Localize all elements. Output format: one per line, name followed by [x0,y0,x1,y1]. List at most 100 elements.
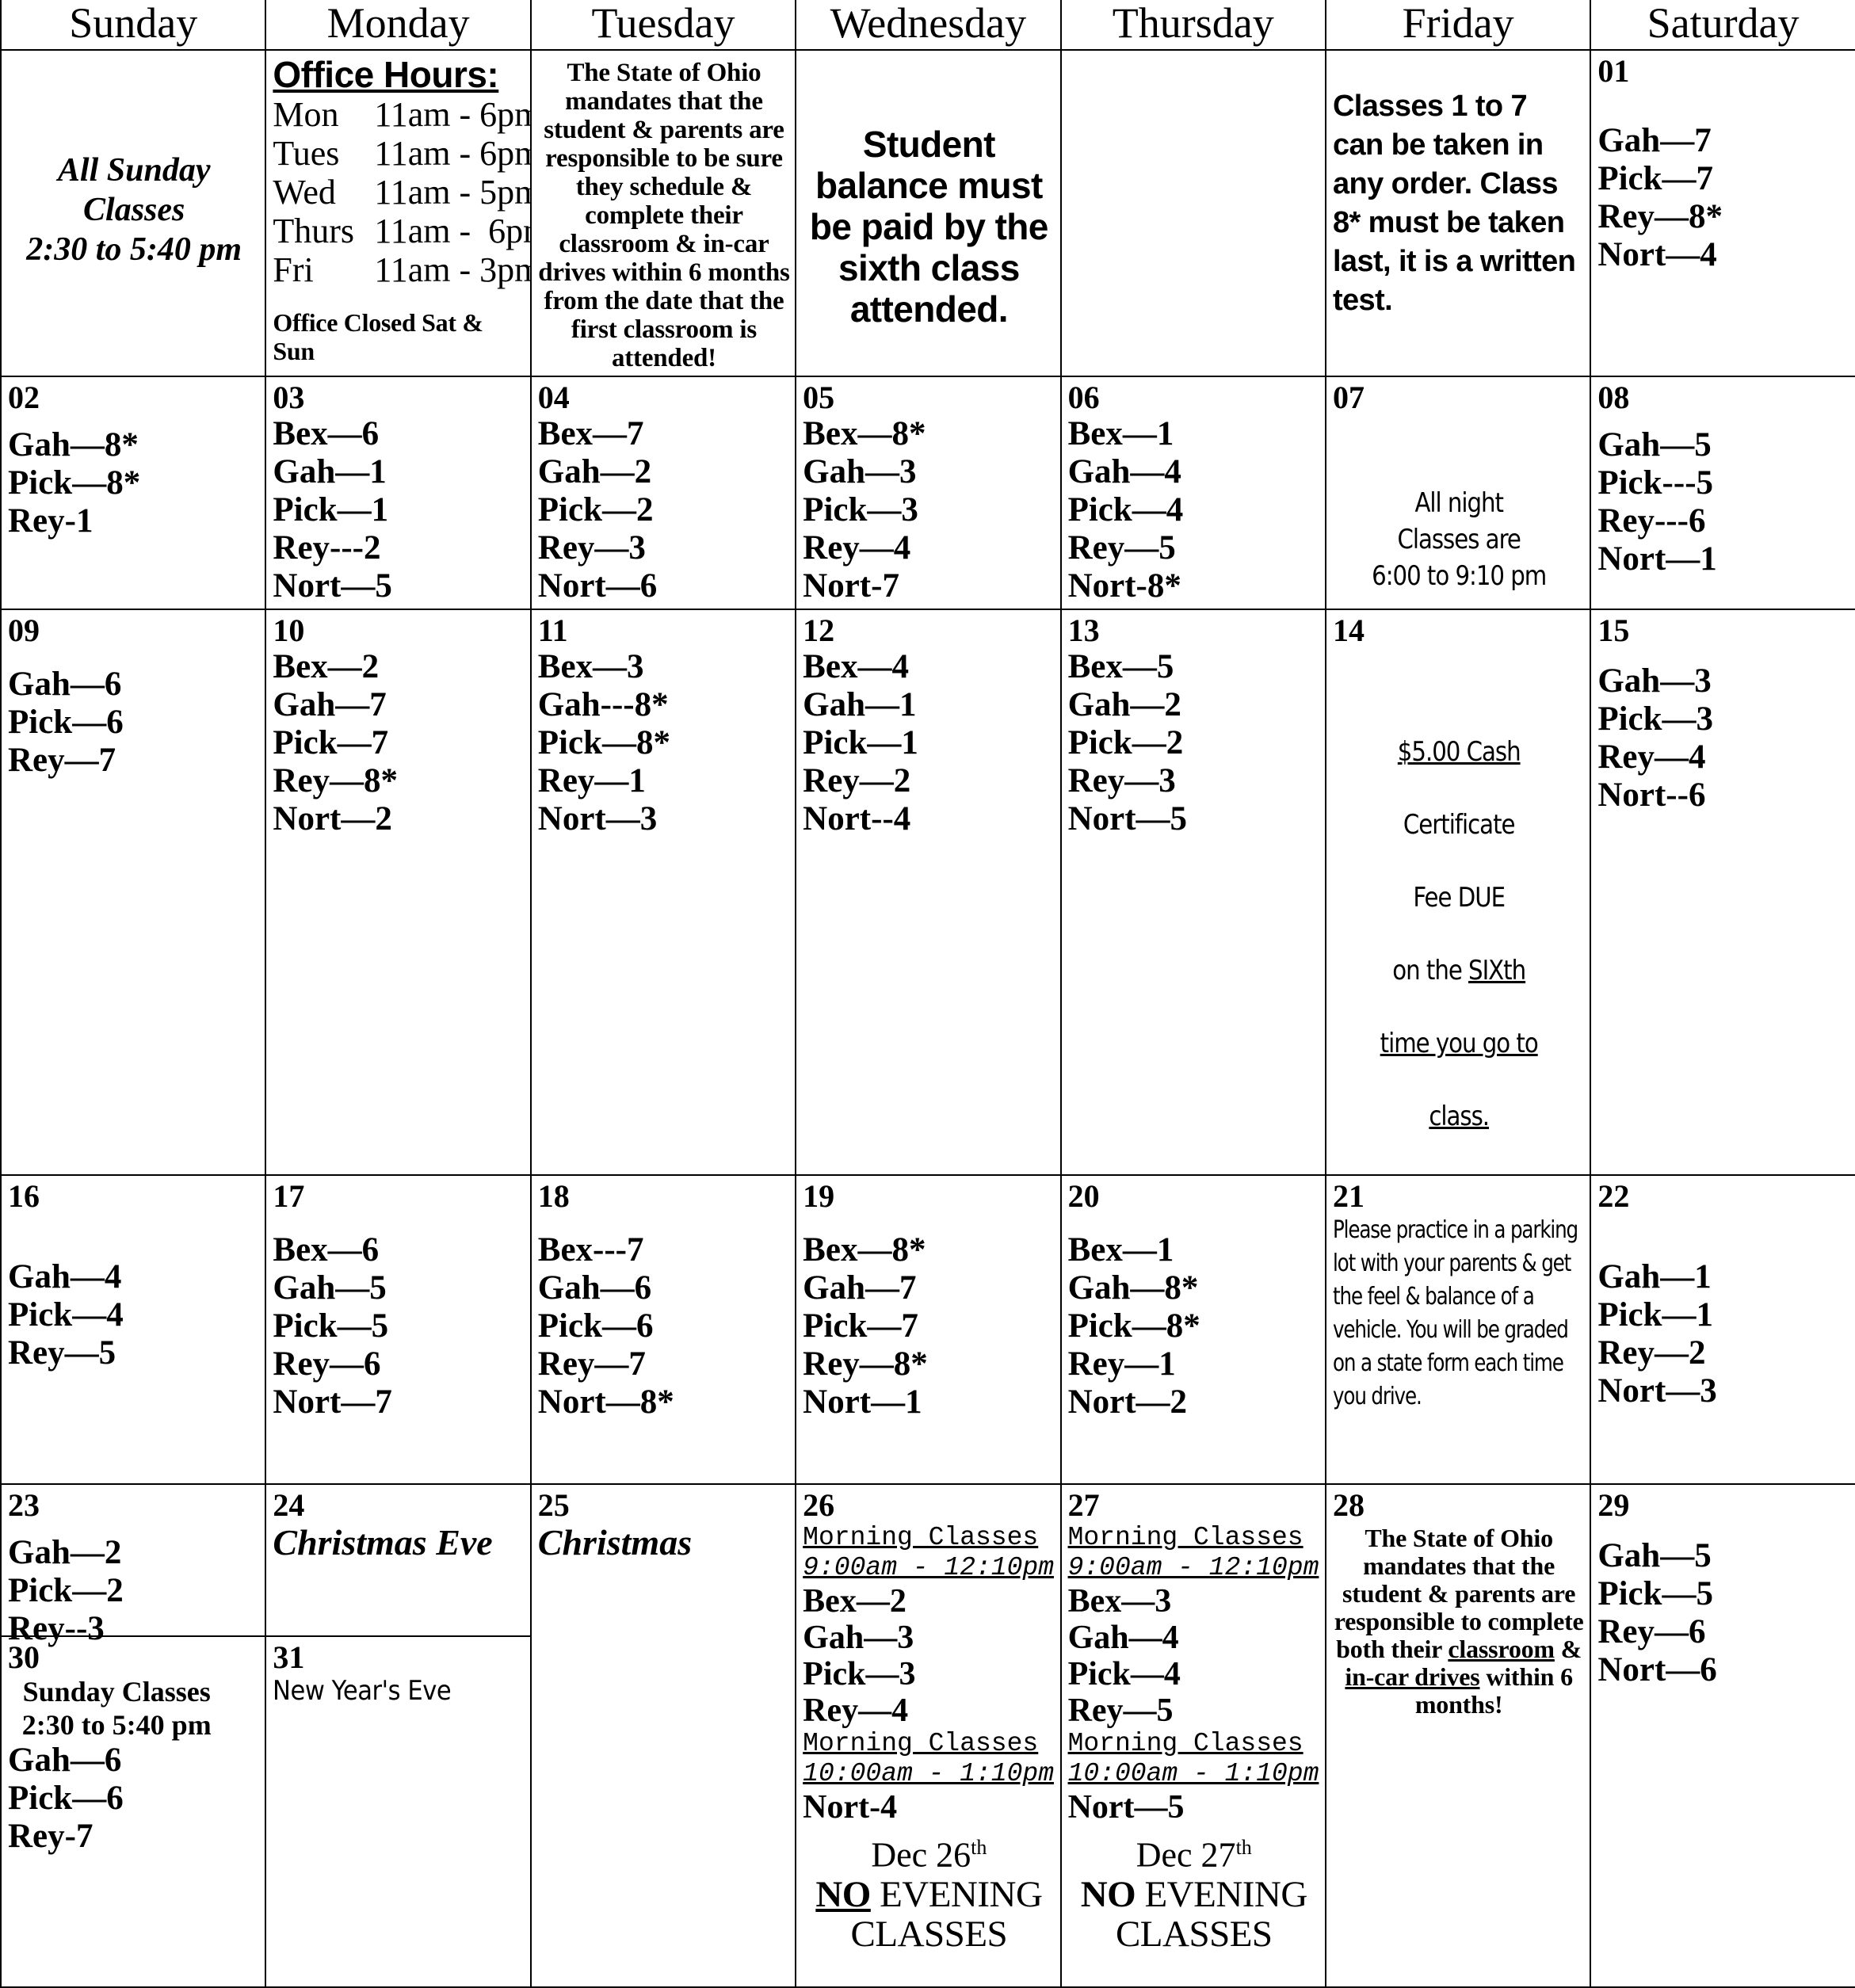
office-hours-day: Wed [273,173,336,212]
day-cell-31[interactable]: 31 New Year's Eve [267,1637,529,1710]
day-cell-25[interactable]: 25 Christmas [529,1483,797,1988]
day-cell-04[interactable]: 04 Bex—7 Gah—2 Pick—2 Rey—3 Nort—6 [529,376,797,610]
day-cell-18[interactable]: 18 Bex---7 Gah—6 Pick—6 Rey—7 Nort—8* [529,1174,797,1485]
day-number: 22 [1597,1178,1630,1214]
day-cell-02[interactable]: 02 Gah—8* Pick—8* Rey-1 [0,376,267,610]
class-list: Gah—2 Pick—2 Rey--3 [8,1534,124,1647]
weekday-header-thursday: Thursday [1059,0,1326,51]
office-hours-day: Fri [273,250,314,289]
day-number: 29 [1597,1487,1630,1523]
day-cell-24[interactable]: 24 Christmas Eve [267,1486,529,1637]
class-list: Gah—7 Pick—7 Rey—8* Nort—4 [1597,122,1723,273]
office-hours-row: Fri 11am - 3pm [273,250,529,289]
day-cell-22[interactable]: 22 Gah—1 Pick—1 Rey—2 Nort—3 [1590,1174,1855,1485]
day-number: 04 [537,380,570,415]
cash-fee-l4: on the SIXth [1350,952,1567,989]
day-cell-20[interactable]: 20 Bex—1 Gah—8* Pick—8* Rey—1 Nort—2 [1059,1174,1326,1485]
day-cell-08[interactable]: 08 Gah—5 Pick---5 Rey---6 Nort—1 [1590,376,1855,610]
office-hours-row: Mon 11am - 6pm [273,95,529,134]
day-cell-26[interactable]: 26 Morning Classes 9:00am - 12:10pm Bex—… [795,1483,1062,1988]
ordinal-suffix: th [971,1836,987,1859]
cash-fee-l5-text: time you go to [1380,1028,1539,1059]
calendar-week-row-3: 09 Gah—6 Pick—6 Rey—7 10 Bex—2 Gah—7 Pic… [0,609,1855,1176]
day-cell-13[interactable]: 13 Bex—5 Gah—2 Pick—2 Rey—3 Nort—5 [1059,609,1326,1176]
office-hours-day: Tues [273,134,340,173]
class-order-note: Classes 1 to 7 can be taken in any order… [1332,90,1576,317]
day-cell-19[interactable]: 19 Bex—8* Gah—7 Pick—7 Rey—8* Nort—1 [795,1174,1062,1485]
day-cell-ohio-mandate[interactable]: The State of Ohio mandates that the stud… [529,49,797,377]
day-cell-23[interactable]: 23 Gah—2 Pick—2 Rey--3 [2,1486,265,1647]
day-cell-07[interactable]: 07 All night Classes are 6:00 to 9:10 pm [1324,376,1592,610]
office-hours-row: Thurs 11am - 6pm [273,212,529,250]
day-number: 13 [1067,612,1100,648]
day-cell-01[interactable]: 01 Gah—7 Pick—7 Rey—8* Nort—4 [1590,49,1855,377]
day-cell-empty-thursday[interactable] [1059,49,1326,377]
weekday-header-monday: Monday [265,0,532,51]
class-list: Bex—2 Gah—3 Pick—3 Rey—4 [803,1583,916,1729]
day-cell-11[interactable]: 11 Bex—3 Gah---8* Pick—8* Rey—1 Nort—3 [529,609,797,1176]
date-label-text: Dec 27 [1136,1835,1236,1875]
class-list: Bex—7 Gah—2 Pick—2 Rey—3 Nort—6 [537,415,658,605]
date-label-text: Dec 26 [871,1835,971,1875]
class-list: Gah—8* Pick—8* Rey-1 [8,426,141,540]
day-cell-27[interactable]: 27 Morning Classes 9:00am - 12:10pm Bex—… [1059,1483,1326,1988]
morning-classes-time: 10:00am - 1:10pm [803,1759,1055,1788]
day-cell-16[interactable]: 16 Gah—4 Pick—4 Rey—5 [0,1174,267,1485]
day-number: 24 [273,1487,305,1523]
office-hours-day: Thurs [273,212,355,250]
day-cell-29[interactable]: 29 Gah—5 Pick—5 Rey—6 Nort—6 [1590,1483,1855,1988]
sunday-classes-time-note: Sunday Classes 2:30 to 5:40 pm [21,1676,212,1741]
office-hours-day: Mon [273,95,339,134]
day-cell-friday-note[interactable]: Classes 1 to 7 can be taken in any order… [1324,49,1592,377]
office-closed-note: Office Closed Sat & Sun [273,308,483,365]
class-list: Bex—3 Gah---8* Pick—8* Rey—1 Nort—3 [537,648,670,838]
office-hours-time: 11am - 6pm [374,212,529,250]
day-cell-balance-note[interactable]: Student balance must be paid by the sixt… [795,49,1062,377]
day-number: 07 [1332,380,1365,415]
day-cell-group-monday-24-31: 24 Christmas Eve 31 New Year's Eve [265,1483,532,1988]
day-cell-30[interactable]: 30 Sunday Classes 2:30 to 5:40 pm Gah—6 … [2,1637,264,1859]
no-evening-classes-note: NO EVENING CLASSES [1068,1875,1320,1954]
weekday-header-sunday: Sunday [0,0,267,51]
class-list: Bex—5 Gah—2 Pick—2 Rey—3 Nort—5 [1067,648,1188,838]
date-label: Dec 27th [1068,1829,1320,1875]
cash-fee-l1-text: $5.00 Cash [1397,736,1521,768]
class-list: Gah—5 Pick---5 Rey---6 Nort—1 [1597,426,1717,578]
class-list: Gah—5 Pick—5 Rey—6 Nort—6 [1597,1537,1717,1688]
office-hours-time: 11am - 6pm [374,134,531,173]
class-list: Gah—4 Pick—4 Rey—5 [8,1258,124,1372]
day-cell-09[interactable]: 09 Gah—6 Pick—6 Rey—7 [0,609,267,1176]
day-number: 05 [803,380,835,415]
class-list: Gah—3 Pick—3 Rey—4 Nort--6 [1597,662,1714,814]
day-cell-14[interactable]: 14 $5.00 Cash Certificate Fee DUE on the… [1324,609,1592,1176]
day-cell-10[interactable]: 10 Bex—2 Gah—7 Pick—7 Rey—8* Nort—2 [265,609,532,1176]
day-number: 06 [1067,380,1100,415]
no-evening-emphasis: NO [815,1873,871,1915]
day-cell-15[interactable]: 15 Gah—3 Pick—3 Rey—4 Nort--6 [1590,609,1855,1176]
day-cell-17[interactable]: 17 Bex—6 Gah—5 Pick—5 Rey—6 Nort—7 [265,1174,532,1485]
day-cell-28[interactable]: 28 The State of Ohio mandates that the s… [1324,1483,1592,1988]
day-cell-05[interactable]: 05 Bex—8* Gah—3 Pick—3 Rey—4 Nort-7 [795,376,1062,610]
day-cell-12[interactable]: 12 Bex—4 Gah—1 Pick—1 Rey—2 Nort--4 [795,609,1062,1176]
day-cell-21[interactable]: 21 Please practice in a parking lot with… [1324,1174,1592,1485]
office-hours-time: 11am - 5pm [374,173,531,212]
cash-fee-l4-underline: SIXth [1468,955,1526,986]
calendar-week-row-5: 23 Gah—2 Pick—2 Rey--3 30 Sunday Classes… [0,1483,1855,1988]
calendar-week-row-1: All Sunday Classes 2:30 to 5:40 pm Offic… [0,49,1855,377]
day-cell-office-hours[interactable]: Office Hours: Mon 11am - 6pm Tues 11am -… [265,49,532,377]
day-cell-06[interactable]: 06 Bex—1 Gah—4 Pick—4 Rey—5 Nort-8* [1059,376,1326,610]
day-number: 03 [273,380,305,415]
day-cell-sunday-note[interactable]: All Sunday Classes 2:30 to 5:40 pm [0,49,267,377]
office-hours-row: Wed 11am - 5pm [273,173,529,212]
day-number: 20 [1067,1178,1100,1214]
mandate-underline-incar: in-car drives [1345,1662,1480,1691]
day-cell-03[interactable]: 03 Bex—6 Gah—1 Pick—1 Rey---2 Nort—5 [265,376,532,610]
no-evening-rest: EVENING CLASSES [850,1873,1043,1955]
calendar-page: Sunday Monday Tuesday Wednesday Thursday… [0,0,1855,1988]
day-number: 17 [273,1178,305,1214]
date-label: Dec 26th [803,1829,1055,1875]
ohio-mandate-note-28: The State of Ohio mandates that the stud… [1333,1524,1585,1719]
day-number: 12 [803,612,835,648]
morning-classes-title: Morning Classes [803,1523,1039,1552]
office-hours-time: 11am - 6pm [374,95,531,134]
